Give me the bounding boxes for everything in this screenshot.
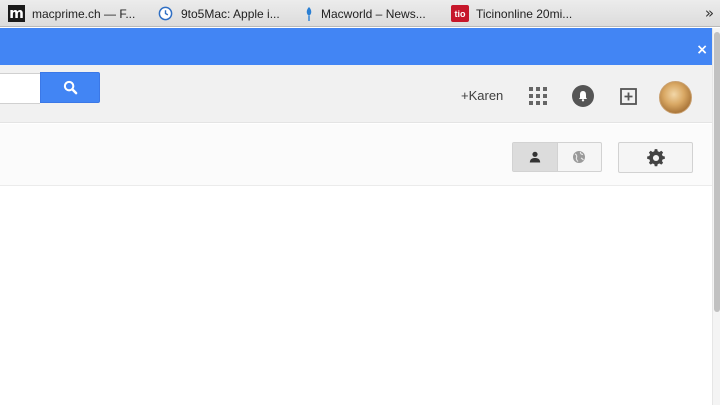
settings-button[interactable]: [618, 142, 693, 173]
scrollbar[interactable]: [712, 28, 720, 405]
scrollbar-thumb[interactable]: [714, 32, 720, 312]
main-content: [0, 187, 712, 405]
browser-window: m macprime.ch — F... 9to5Mac: Apple i...…: [0, 0, 720, 405]
bookmark-label: Ticinonline 20mi...: [476, 6, 573, 21]
avatar[interactable]: [659, 81, 692, 114]
personal-view-button[interactable]: [513, 143, 558, 171]
share-plus-icon[interactable]: [619, 86, 639, 106]
tio-icon: tio: [451, 5, 469, 22]
bookmark-9to5mac[interactable]: 9to5Mac: Apple i...: [157, 0, 280, 27]
gear-icon: [646, 148, 665, 166]
globe-icon: [573, 151, 586, 163]
public-view-button[interactable]: [558, 143, 602, 171]
search-input[interactable]: [0, 73, 40, 104]
bookmark-macworld[interactable]: Macworld – News...: [304, 0, 426, 27]
bookmark-label: 9to5Mac: Apple i...: [181, 6, 280, 21]
bookmark-label: Macworld – News...: [321, 6, 426, 21]
toolbar: [0, 124, 712, 186]
search-button[interactable]: [40, 72, 100, 103]
person-icon: [529, 151, 540, 163]
clock-icon: [157, 5, 174, 22]
notifications-bell-icon[interactable]: [572, 85, 594, 107]
bookmarks-bar: m macprime.ch — F... 9to5Mac: Apple i...…: [0, 0, 720, 27]
view-toggle: [512, 142, 602, 172]
header-bar: +Karen: [0, 65, 712, 123]
apps-grid-icon[interactable]: [529, 87, 547, 105]
banner-close-icon[interactable]: ×: [696, 43, 708, 57]
macworld-pin-icon: [304, 5, 314, 22]
search-icon: [63, 80, 77, 95]
notification-banner: ×: [0, 28, 712, 65]
bookmarks-overflow-icon[interactable]: »: [705, 4, 714, 22]
bookmark-macprime[interactable]: m macprime.ch — F...: [8, 0, 135, 27]
bookmark-label: macprime.ch — F...: [32, 6, 136, 21]
bookmark-ticinonline[interactable]: tio Ticinonline 20mi...: [451, 0, 572, 27]
macprime-m-icon: m: [8, 5, 25, 22]
user-profile-link[interactable]: +Karen: [461, 88, 503, 103]
